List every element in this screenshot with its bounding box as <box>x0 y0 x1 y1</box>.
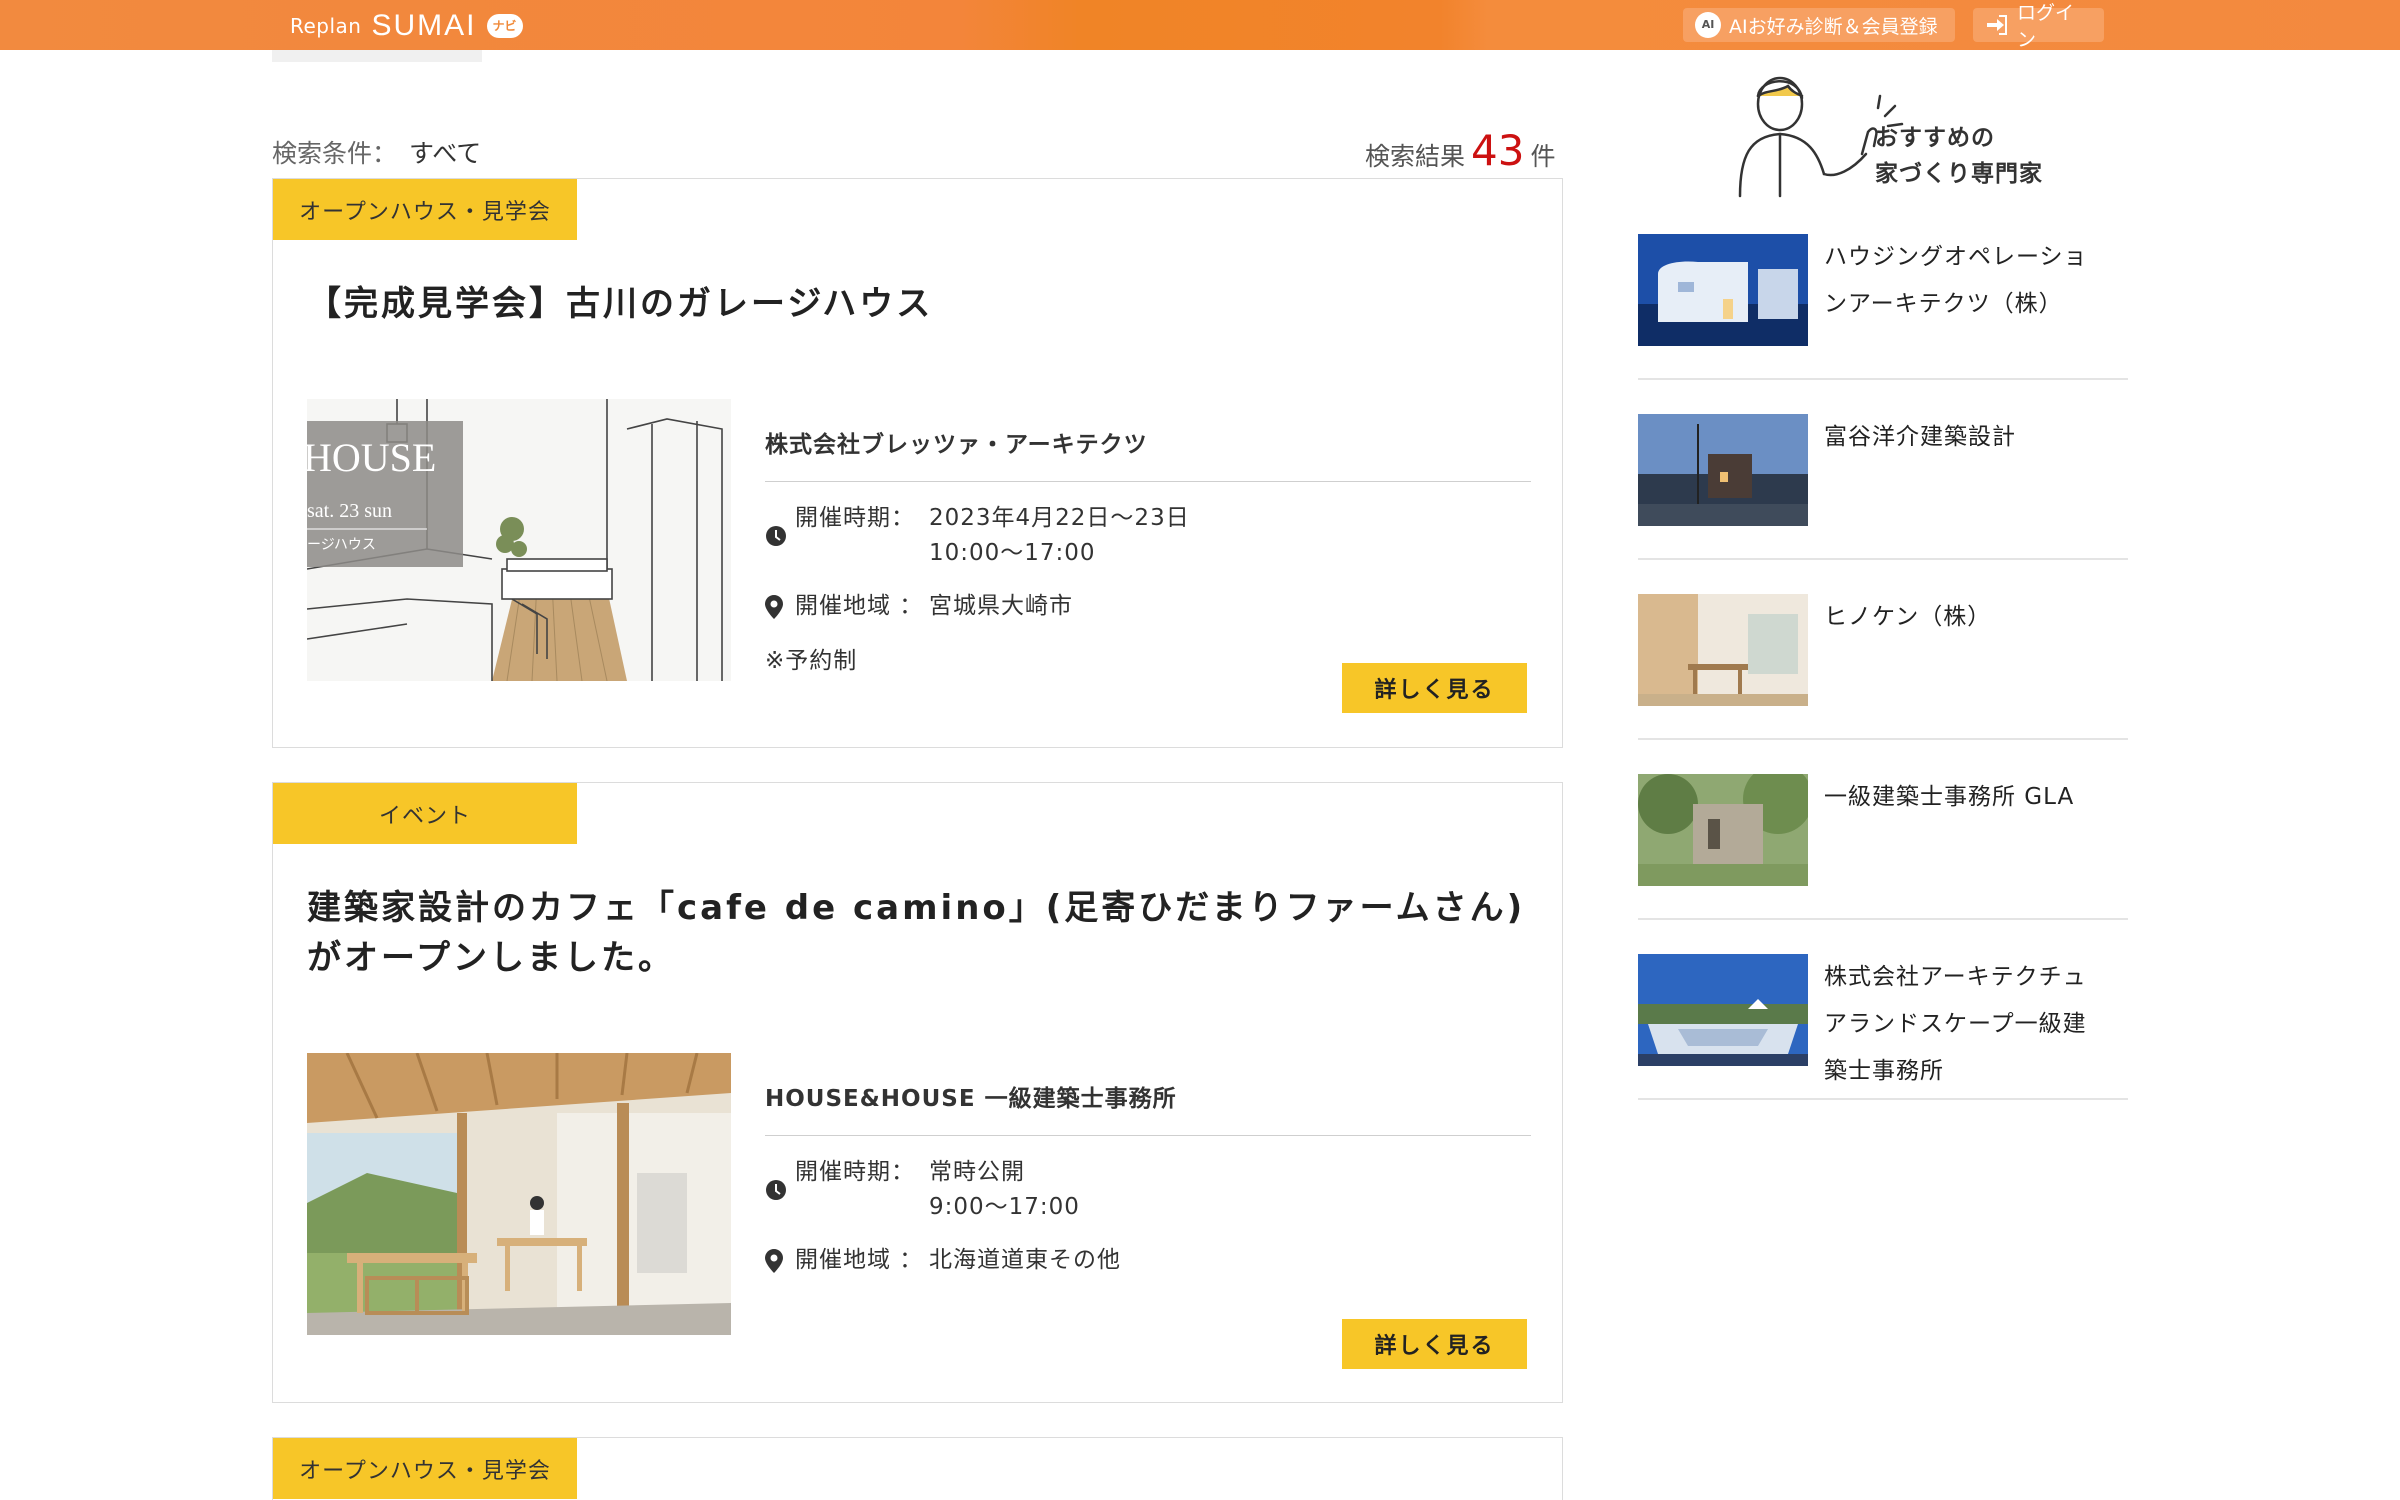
event-company[interactable]: HOUSE&HOUSE 一級建築士事務所 <box>765 1079 1177 1113</box>
expert-item[interactable]: ヒノケン（株） <box>1638 594 2128 740</box>
result-label: 検索結果 <box>1365 142 1466 171</box>
login-icon <box>1985 14 2009 36</box>
event-area: 開催地域 ： 北海道道東その他 <box>765 1243 1121 1278</box>
event-card[interactable]: イベント 建築家設計のカフェ「cafe de camino」(足寄ひだまりファー… <box>272 782 1563 1403</box>
map-pin-icon <box>765 1243 789 1278</box>
login-label: ログイン <box>2017 2 2075 51</box>
period-time: 10:00～17:00 <box>929 540 1096 566</box>
period-values: 2023年4月22日～23日 10:00～17:00 <box>929 501 1190 571</box>
recommend-heading-line2: 家づくり専門家 <box>1875 161 2043 187</box>
area-label: 開催地域 ： <box>795 1247 924 1273</box>
event-area: 開催地域 ： 宮城県大崎市 <box>765 589 1073 624</box>
login-button[interactable]: ログイン <box>1973 2 2104 51</box>
area-label: 開催地域 ： <box>795 593 924 619</box>
event-company[interactable]: 株式会社ブレッツァ・アーキテクツ <box>765 425 1148 459</box>
result-number: 43 <box>1471 126 1525 175</box>
expert-name[interactable]: 株式会社アーキテクチュアランドスケープ一級建築士事務所 <box>1824 954 2104 1095</box>
reservation-note: ※予約制 <box>765 648 858 674</box>
event-category-tag: オープンハウス・見学会 <box>273 1438 577 1499</box>
expert-name[interactable]: 一級建築士事務所 GLA <box>1824 774 2104 821</box>
site-logo[interactable]: Replan SUMAI ナビ <box>290 9 523 42</box>
details-button[interactable]: 詳しく見る <box>1342 1319 1527 1369</box>
event-title[interactable]: 【完成見学会】古川のガレージハウス <box>307 279 933 329</box>
period-label: 開催時期： <box>795 1159 915 1185</box>
expert-item[interactable]: 一級建築士事務所 GLA <box>1638 774 2128 920</box>
thumb-sub-text: ージハウス <box>307 537 376 553</box>
expert-item[interactable]: ハウジングオペレーションアーキテクツ（株） <box>1638 234 2128 380</box>
divider <box>765 1135 1531 1136</box>
event-period: 開催時期： 常時公開 9:00～17:00 <box>765 1155 1080 1225</box>
event-thumbnail[interactable]: HOUSE sat. 23 sun ージハウス <box>307 399 731 681</box>
expert-thumbnail[interactable] <box>1638 414 1808 526</box>
clock-icon <box>765 1155 789 1225</box>
event-period: 開催時期： 2023年4月22日～23日 10:00～17:00 <box>765 501 1190 571</box>
top-header-bar: Replan SUMAI ナビ AI AIお好み診断＆会員登録 ログイン <box>0 0 2400 51</box>
search-condition-value: すべて <box>409 139 482 168</box>
ai-mascot-icon: AI <box>1695 12 1721 38</box>
tab-remnant <box>272 50 482 62</box>
result-unit: 件 <box>1530 142 1556 171</box>
logo-replan-text: Replan <box>290 14 362 38</box>
period-time: 9:00～17:00 <box>929 1194 1080 1220</box>
event-category-tag: オープンハウス・見学会 <box>273 179 577 240</box>
period-date: 2023年4月22日～23日 <box>929 505 1190 531</box>
clock-icon <box>765 501 789 571</box>
search-result-count: 検索結果 43 件 <box>1365 126 1555 175</box>
thumb-date-text: sat. 23 sun <box>307 500 392 522</box>
search-condition: 検索条件： すべて <box>272 134 481 170</box>
area-value: 宮城県大崎市 <box>929 593 1073 619</box>
expert-name[interactable]: ハウジングオペレーションアーキテクツ（株） <box>1824 234 2104 328</box>
event-thumbnail[interactable] <box>307 1053 731 1335</box>
logo-navi-badge: ナビ <box>486 14 523 38</box>
logo-sumai-text: SUMAI <box>371 9 477 42</box>
expert-name[interactable]: ヒノケン（株） <box>1824 594 2104 641</box>
period-values: 常時公開 9:00～17:00 <box>929 1155 1080 1225</box>
event-card[interactable]: オープンハウス・見学会 【完成見学会】古川のガレージハウス HOUSE sat.… <box>272 178 1563 748</box>
expert-name[interactable]: 富谷洋介建築設計 <box>1824 414 2104 461</box>
event-category-tag: イベント <box>273 783 577 844</box>
expert-item[interactable]: 株式会社アーキテクチュアランドスケープ一級建築士事務所 <box>1638 954 2128 1100</box>
divider <box>765 481 1531 482</box>
event-title[interactable]: 建築家設計のカフェ「cafe de camino」(足寄ひだまりファームさん)が… <box>307 883 1537 983</box>
expert-item[interactable]: 富谷洋介建築設計 <box>1638 414 2128 560</box>
expert-thumbnail[interactable] <box>1638 234 1808 346</box>
details-button[interactable]: 詳しく見る <box>1342 663 1527 713</box>
period-date: 常時公開 <box>929 1159 1025 1185</box>
ai-diagnosis-register-button[interactable]: AI AIお好み診断＆会員登録 <box>1683 8 1955 42</box>
expert-thumbnail[interactable] <box>1638 594 1808 706</box>
period-label: 開催時期： <box>795 505 915 531</box>
map-pin-icon <box>765 589 789 624</box>
expert-thumbnail[interactable] <box>1638 954 1808 1066</box>
recommend-heading-line1: おすすめの <box>1875 125 1995 151</box>
recommend-heading: おすすめの 家づくり専門家 <box>1875 120 2043 192</box>
expert-thumbnail[interactable] <box>1638 774 1808 886</box>
area-value: 北海道道東その他 <box>929 1247 1121 1273</box>
ai-button-label: AIお好み診断＆会員登録 <box>1729 15 1938 38</box>
event-card[interactable]: オープンハウス・見学会 <box>272 1437 1563 1500</box>
thumb-house-text: HOUSE <box>307 435 436 480</box>
search-condition-label: 検索条件： <box>272 139 398 168</box>
